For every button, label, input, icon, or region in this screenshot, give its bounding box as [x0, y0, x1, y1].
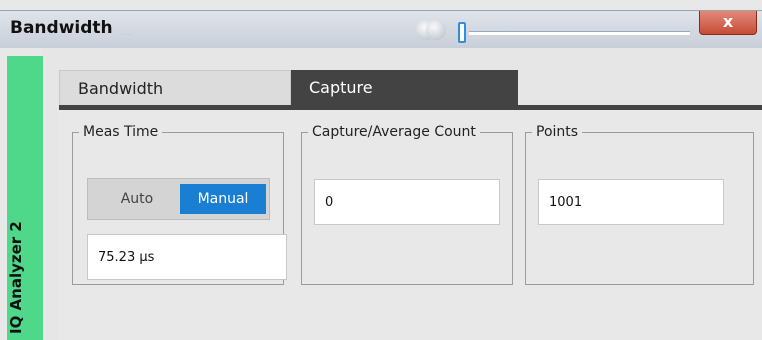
auto-option[interactable]: Auto	[94, 184, 180, 214]
meas-time-group: Meas Time Auto Manual 75.23 µs	[72, 124, 287, 285]
transparency-slider-track[interactable]	[469, 31, 690, 35]
meas-time-input[interactable]: 75.23 µs	[87, 234, 287, 280]
dialog-window: Bandwidth x IQ Analyzer 2 Bandwidth Capt…	[0, 0, 762, 340]
title-bar-faint-text: ···	[120, 30, 131, 39]
window-title: Bandwidth	[10, 18, 113, 38]
meas-time-legend: Meas Time	[83, 124, 159, 140]
capture-average-input[interactable]: 0	[314, 179, 500, 225]
side-tab-label: IQ Analyzer 2	[7, 221, 25, 334]
capture-panel: Meas Time Auto Manual 75.23 µs Capture/A…	[59, 110, 762, 340]
meas-time-toggle[interactable]: Auto Manual	[87, 178, 270, 220]
transparency-icon-secondary	[426, 20, 446, 40]
title-bar[interactable]: Bandwidth x	[0, 10, 762, 48]
tab-bandwidth[interactable]: Bandwidth	[59, 70, 291, 106]
points-legend: Points	[536, 124, 579, 140]
tab-capture[interactable]: Capture	[291, 70, 518, 106]
transparency-slider-thumb[interactable]	[458, 22, 466, 43]
dialog-content: Bandwidth Capture Meas Time Auto Manual …	[43, 48, 762, 340]
side-tab-iq-analyzer[interactable]: IQ Analyzer 2	[7, 56, 43, 340]
close-button[interactable]: x	[699, 11, 757, 35]
points-group: Points 1001	[525, 124, 754, 285]
capture-average-legend: Capture/Average Count	[312, 124, 476, 140]
points-input[interactable]: 1001	[538, 179, 724, 225]
capture-average-group: Capture/Average Count 0	[301, 124, 513, 285]
manual-option[interactable]: Manual	[180, 184, 266, 214]
